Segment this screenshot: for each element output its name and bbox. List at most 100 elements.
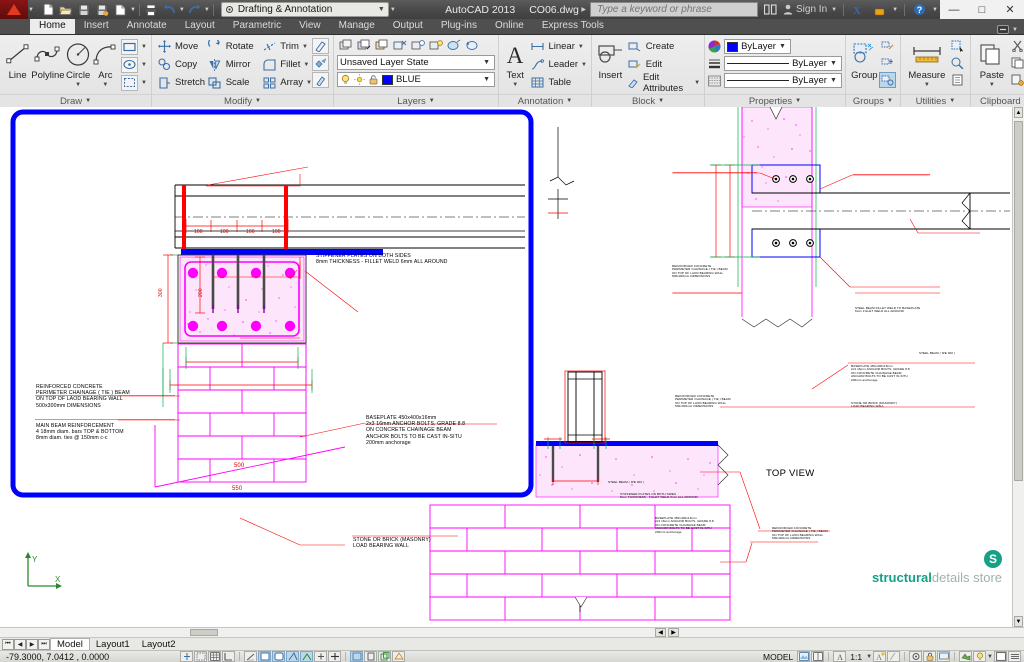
workspace-switch-icon[interactable] bbox=[909, 651, 923, 662]
prev-layout-button[interactable]: ◀ bbox=[14, 638, 26, 650]
edit-block-button[interactable]: Edit bbox=[627, 56, 700, 73]
new-icon[interactable] bbox=[40, 2, 57, 17]
explode-icon[interactable] bbox=[312, 55, 329, 71]
maximize-button[interactable]: □ bbox=[968, 0, 996, 19]
paste-button[interactable]: Paste ▼ bbox=[975, 38, 1009, 88]
scroll-up-button[interactable]: ▲ bbox=[1014, 107, 1023, 118]
stretch-button[interactable]: Stretch bbox=[156, 74, 207, 91]
allow-ucs-toggle[interactable] bbox=[286, 651, 299, 662]
sign-in-button[interactable]: Sign In bbox=[783, 4, 827, 15]
ribbon-minimize-caret-icon[interactable]: ▼ bbox=[1012, 27, 1018, 33]
edit-attributes-caret-icon[interactable]: ▼ bbox=[694, 80, 700, 86]
paste-caret-icon[interactable]: ▼ bbox=[989, 82, 995, 88]
clean-screen-icon[interactable] bbox=[994, 651, 1007, 662]
bulb-icon[interactable] bbox=[973, 651, 987, 662]
horizontal-scrollbar-thumb[interactable] bbox=[190, 629, 218, 636]
object-snap-toggle[interactable] bbox=[258, 651, 271, 662]
model-space-icon[interactable] bbox=[797, 651, 811, 662]
groups-expand-caret-icon[interactable]: ▼ bbox=[887, 98, 893, 104]
current-layer-combo[interactable]: BLUE ▼ bbox=[337, 72, 495, 87]
scroll-left-button[interactable]: ◀ bbox=[655, 628, 666, 637]
lineweight-combo[interactable]: ByLayer ▼ bbox=[724, 56, 842, 71]
close-button[interactable]: ✕ bbox=[996, 0, 1024, 19]
color-combo[interactable]: ByLayer ▼ bbox=[724, 39, 791, 54]
export-caret-icon[interactable]: ▼ bbox=[130, 7, 136, 13]
drawing-canvas[interactable]: STIFFENER PLATES ON BOTH SIDES 8mm THICK… bbox=[0, 107, 1012, 627]
dynamic-ucs-toggle[interactable] bbox=[300, 651, 313, 662]
signin-caret-icon[interactable]: ▼ bbox=[831, 7, 837, 13]
security-caret-icon[interactable]: ▼ bbox=[892, 7, 898, 13]
layer-match-icon[interactable] bbox=[445, 37, 462, 53]
fillet-caret-icon[interactable]: ▼ bbox=[303, 62, 309, 68]
annotation-scale-label[interactable]: 1:1 bbox=[847, 652, 865, 662]
text-caret-icon[interactable]: ▼ bbox=[512, 82, 518, 88]
color-wheel-icon[interactable] bbox=[708, 40, 721, 53]
layer-color-swatch[interactable] bbox=[382, 74, 393, 85]
model-space-label[interactable]: MODEL bbox=[760, 652, 796, 662]
redo-caret-icon[interactable]: ▼ bbox=[204, 7, 210, 13]
mirror-button[interactable]: Mirror bbox=[207, 56, 262, 73]
tab-express-tools[interactable]: Express Tools bbox=[533, 18, 613, 34]
panel-annotation-title[interactable]: Annotation ▼ bbox=[499, 94, 591, 107]
ortho-mode-toggle[interactable] bbox=[222, 651, 235, 662]
save-as-icon[interactable] bbox=[94, 2, 111, 17]
block-expand-caret-icon[interactable]: ▼ bbox=[658, 98, 664, 104]
redo-icon[interactable] bbox=[186, 2, 203, 17]
tab-plugins[interactable]: Plug-ins bbox=[432, 18, 486, 34]
panel-modify-title[interactable]: Modify ▼ bbox=[152, 94, 333, 107]
trim-caret-icon[interactable]: ▼ bbox=[302, 44, 308, 50]
linetype-icon[interactable] bbox=[708, 75, 721, 87]
layer-state-caret-icon[interactable]: ▼ bbox=[483, 59, 492, 66]
tab-parametric[interactable]: Parametric bbox=[224, 18, 290, 34]
circle-button[interactable]: Circle ▼ bbox=[65, 38, 92, 88]
paste-special-icon[interactable] bbox=[1009, 72, 1024, 88]
vertical-scrollbar-thumb[interactable] bbox=[1014, 121, 1023, 481]
layer-state-combo[interactable]: Unsaved Layer State ▼ bbox=[337, 55, 495, 70]
polar-tracking-toggle[interactable] bbox=[244, 651, 257, 662]
rectangle-icon[interactable] bbox=[121, 38, 139, 55]
group-button[interactable]: Group bbox=[850, 38, 879, 81]
transparency-toggle[interactable] bbox=[350, 651, 363, 662]
scroll-down-button[interactable]: ▼ bbox=[1014, 616, 1023, 627]
linetype-combo[interactable]: ByLayer ▼ bbox=[724, 73, 842, 88]
tab-view[interactable]: View bbox=[290, 18, 330, 34]
group-edit-icon[interactable] bbox=[879, 55, 896, 71]
line-button[interactable]: Line bbox=[4, 38, 31, 81]
draw-expand-caret-icon[interactable]: ▼ bbox=[85, 98, 91, 104]
table-button[interactable]: Table bbox=[529, 74, 587, 91]
trim-button[interactable]: Trim ▼ bbox=[261, 38, 312, 55]
group-selection-icon[interactable] bbox=[878, 72, 896, 88]
panel-groups-title[interactable]: Groups ▼ bbox=[845, 94, 900, 107]
copy-button[interactable]: Copy bbox=[156, 56, 207, 73]
last-layout-button[interactable]: ⏭ bbox=[38, 638, 50, 650]
application-menu-button[interactable] bbox=[0, 0, 28, 19]
auto-scale-icon[interactable]: A bbox=[873, 651, 887, 662]
quick-calc-icon[interactable] bbox=[949, 55, 966, 71]
quick-select-icon[interactable] bbox=[949, 38, 966, 54]
undo-icon[interactable] bbox=[161, 2, 178, 17]
annotation-sync-icon[interactable] bbox=[887, 651, 901, 662]
panel-block-title[interactable]: Block ▼ bbox=[592, 94, 705, 107]
cut-icon[interactable] bbox=[1009, 38, 1024, 54]
tab-layout[interactable]: Layout bbox=[176, 18, 224, 34]
fillet-button[interactable]: Fillet ▼ bbox=[261, 56, 312, 73]
measure-button[interactable]: Measure ▼ bbox=[905, 38, 949, 88]
save-icon[interactable] bbox=[76, 2, 93, 17]
current-layer-caret-icon[interactable]: ▼ bbox=[483, 76, 492, 83]
layers-expand-caret-icon[interactable]: ▼ bbox=[429, 98, 435, 104]
annotation-expand-caret-icon[interactable]: ▼ bbox=[566, 98, 572, 104]
security-icon[interactable] bbox=[871, 2, 888, 17]
ungroup-icon[interactable] bbox=[879, 38, 896, 54]
create-block-button[interactable]: Create bbox=[627, 38, 700, 55]
layer-properties-icon[interactable] bbox=[337, 37, 354, 53]
arc-button[interactable]: Arc ▼ bbox=[92, 38, 119, 88]
first-layout-button[interactable]: ⏮ bbox=[2, 638, 14, 650]
minimize-button[interactable]: — bbox=[940, 0, 968, 19]
annotation-monitor-toggle[interactable] bbox=[392, 651, 405, 662]
isolate-caret-icon[interactable]: ▼ bbox=[987, 654, 993, 660]
rotate-button[interactable]: Rotate bbox=[207, 38, 262, 55]
undo-caret-icon[interactable]: ▼ bbox=[179, 7, 185, 13]
linear-dimension-button[interactable]: Linear ▼ bbox=[529, 38, 587, 55]
panel-layers-title[interactable]: Layers ▼ bbox=[334, 94, 498, 107]
infer-constraints-toggle[interactable] bbox=[180, 651, 193, 662]
